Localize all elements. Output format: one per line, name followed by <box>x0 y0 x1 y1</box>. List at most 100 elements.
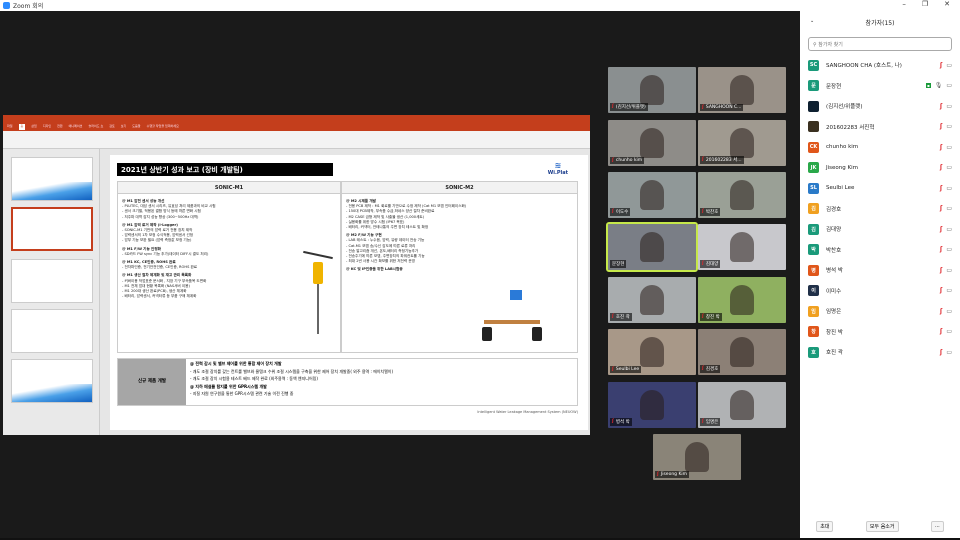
video-off-icon[interactable]: ▭ <box>946 349 952 356</box>
video-tile[interactable]: ʃ Jiseong Kim <box>653 434 741 480</box>
video-tile[interactable]: ʃ 창진 박 <box>698 277 786 323</box>
video-off-icon[interactable]: ▭ <box>946 123 952 130</box>
close-icon[interactable]: ✕ <box>944 0 950 11</box>
video-off-icon[interactable]: ▭ <box>946 328 952 335</box>
mic-muted-icon[interactable]: ʃ <box>940 287 943 294</box>
ribbon-tab[interactable]: 검토 <box>109 124 115 130</box>
video-off-icon[interactable]: ▭ <box>946 267 952 274</box>
participant-row[interactable]: 임 임명은 ʃ ▭ <box>800 301 960 322</box>
ribbon-toolbar <box>3 131 590 149</box>
video-off-icon[interactable]: ▭ <box>946 246 952 253</box>
mic-muted-icon[interactable]: ʃ <box>940 123 943 130</box>
video-tile[interactable]: ʃ 이도수 <box>608 172 696 218</box>
chevron-down-icon[interactable]: ⌄ <box>810 18 814 24</box>
participant-row[interactable]: SC SANGHOON CHA (호스트, 나) ʃ ▭ <box>800 55 960 76</box>
ribbon-tab[interactable]: 슬라이드 쇼 <box>88 124 103 130</box>
video-off-icon[interactable]: ▭ <box>946 82 952 89</box>
ribbon-tab[interactable]: 삽입 <box>31 124 37 130</box>
video-off-icon[interactable]: ▭ <box>946 205 952 212</box>
participant-row[interactable]: (김지선/위플랫) ʃ ▭ <box>800 96 960 117</box>
participant-row[interactable]: SL Seulbi Lee ʃ ▭ <box>800 178 960 199</box>
participant-video <box>640 285 664 315</box>
avatar: JK <box>808 162 819 174</box>
participant-video <box>640 390 664 420</box>
slide-thumbnail-selected[interactable] <box>11 207 93 251</box>
mic-muted-icon[interactable]: ʃ <box>940 226 943 233</box>
video-off-icon[interactable]: ▭ <box>946 287 952 294</box>
video-off-icon[interactable]: ▭ <box>946 103 952 110</box>
participant-row[interactable]: JK Jiseong Kim ʃ ▭ <box>800 158 960 179</box>
participant-row[interactable]: 병 병석 박 ʃ ▭ <box>800 260 960 281</box>
video-tile[interactable]: ʃ 호진 곽 <box>608 277 696 323</box>
avatar: 김 <box>808 203 819 215</box>
participant-row[interactable]: 문 문장현 ▪ 🎙 ▭ <box>800 76 960 97</box>
participants-footer: 초대 모두 음소거 ... <box>800 521 960 532</box>
mic-muted-icon[interactable]: ʃ <box>940 246 943 253</box>
participant-row[interactable]: 201602283 서진혁 ʃ ▭ <box>800 117 960 138</box>
restore-icon[interactable]: ❐ <box>922 0 928 11</box>
slide-thumbnail[interactable] <box>11 309 93 353</box>
video-tile[interactable]: ʃ SANGHOON C... <box>698 67 786 113</box>
invite-button[interactable]: 초대 <box>816 521 834 532</box>
screen-share-icon: ▪ <box>925 83 931 89</box>
video-tile[interactable]: ʃ 박찬호 <box>698 172 786 218</box>
video-tile[interactable]: ʃ 김경호 <box>698 329 786 375</box>
participant-row[interactable]: 호 호진 곽 ʃ ▭ <box>800 342 960 363</box>
slide-thumbnail[interactable] <box>11 259 93 303</box>
mic-muted-icon[interactable]: ʃ <box>940 144 943 151</box>
mic-muted-icon[interactable]: ʃ <box>940 328 943 335</box>
mic-muted-icon[interactable]: ʃ <box>940 267 943 274</box>
participant-name: chunho kim <box>826 144 859 151</box>
participant-name: 병석 박 <box>615 420 630 425</box>
video-tile[interactable]: ʃ 김대양 <box>698 224 786 270</box>
participant-row[interactable]: 이 이미수 ʃ ▭ <box>800 281 960 302</box>
slide-thumbnail[interactable] <box>11 359 93 403</box>
mic-muted-icon[interactable]: ʃ <box>940 103 943 110</box>
video-off-icon[interactable]: ▭ <box>946 226 952 233</box>
ribbon-tab[interactable]: 보기 <box>121 124 127 130</box>
ribbon-tab[interactable]: 애니메이션 <box>69 124 83 130</box>
mic-muted-icon: ʃ <box>612 419 614 424</box>
video-off-icon[interactable]: ▭ <box>946 164 952 171</box>
mic-muted-icon[interactable]: ʃ <box>940 349 943 356</box>
participant-row[interactable]: 창 창진 박 ʃ ▭ <box>800 322 960 343</box>
participant-row[interactable]: CK chunho kim ʃ ▭ <box>800 137 960 158</box>
mic-muted-icon[interactable]: ʃ <box>940 308 943 315</box>
ribbon-tab[interactable]: 홈 <box>18 124 26 130</box>
video-tile[interactable]: ʃ 201602283 서... <box>698 120 786 166</box>
video-tile[interactable]: ʃ (김지선/위플랫) <box>608 67 696 113</box>
window-controls: – ❐ ✕ <box>800 0 960 11</box>
ribbon-tab[interactable]: 전환 <box>57 124 63 130</box>
ribbon-tab[interactable]: 파일 <box>7 124 13 130</box>
participant-row[interactable]: 박 박찬호 ʃ ▭ <box>800 240 960 261</box>
tile-name-label: ʃ 창진 박 <box>700 313 722 321</box>
video-tile[interactable]: ʃ 병석 박 <box>608 382 696 428</box>
participant-video <box>730 128 754 158</box>
ribbon-tab[interactable]: 디자인 <box>43 124 51 130</box>
video-tile[interactable]: 문장현 <box>606 222 698 272</box>
video-tile[interactable]: ʃ Seulbi Lee <box>608 329 696 375</box>
video-tile[interactable]: ʃ 임명은 <box>698 382 786 428</box>
slide-thumbnail[interactable] <box>11 157 93 201</box>
ribbon-tab[interactable]: 도움말 <box>132 124 140 130</box>
mic-muted-icon[interactable]: ʃ <box>940 185 943 192</box>
new-product-development: 신규 제품 개발 @ 전력 감시 및 밸브 제어를 위한 통합 제어 장치 개발… <box>117 358 578 406</box>
mic-muted-icon[interactable]: ʃ <box>940 62 943 69</box>
video-off-icon[interactable]: ▭ <box>946 308 952 315</box>
minimize-icon[interactable]: – <box>902 0 906 11</box>
participant-search-input[interactable]: ⚲ 참가자 찾기 <box>808 37 952 51</box>
ribbon-tab[interactable]: 수행할 작업을 입력하세요 <box>147 124 179 130</box>
mic-muted-icon[interactable]: ʃ <box>940 205 943 212</box>
mic-icon[interactable]: 🎙 <box>935 82 943 89</box>
tile-name-label: ʃ (김지선/위플랫) <box>610 103 648 111</box>
more-button[interactable]: ... <box>930 521 944 532</box>
video-off-icon[interactable]: ▭ <box>946 62 952 69</box>
participant-row[interactable]: 김 김대양 ʃ ▭ <box>800 219 960 240</box>
mic-muted-icon[interactable]: ʃ <box>940 164 943 171</box>
participant-row[interactable]: 김 김경호 ʃ ▭ <box>800 199 960 220</box>
video-off-icon[interactable]: ▭ <box>946 185 952 192</box>
mute-all-button[interactable]: 모두 음소거 <box>865 521 899 532</box>
video-off-icon[interactable]: ▭ <box>946 144 952 151</box>
video-tile[interactable]: ʃ chunho kim <box>608 120 696 166</box>
participant-name: 임명은 <box>826 309 842 316</box>
